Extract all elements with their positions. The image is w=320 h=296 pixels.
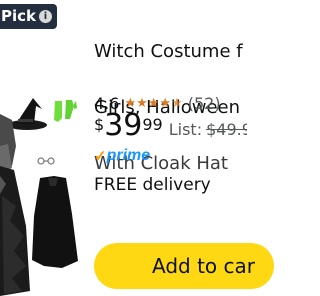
witch-dress-icon <box>0 114 30 296</box>
product-image[interactable] <box>0 46 88 296</box>
prime-label: prime <box>106 147 151 164</box>
green-gloves-icon <box>54 100 77 122</box>
product-card[interactable]: Pick i Witch Costume f Girls, Halloween … <box>0 0 274 296</box>
witch-hat-icon <box>7 98 47 130</box>
info-icon[interactable]: i <box>39 10 53 23</box>
badge-label: Pick <box>1 7 37 25</box>
prime-check-icon: ✓ <box>94 148 107 165</box>
delivery-info: FREE delivery <box>94 175 211 195</box>
price-whole: 39 <box>104 108 143 143</box>
price-cents: 99 <box>142 115 163 134</box>
price-symbol: $ <box>94 115 105 134</box>
glasses-icon <box>37 157 55 165</box>
list-price: $49.9 <box>206 120 247 139</box>
title-line-1[interactable]: Witch Costume f <box>94 38 247 66</box>
prime-badge: ✓ prime <box>94 147 150 165</box>
pick-badge: Pick i <box>0 4 57 29</box>
cloak-icon <box>32 176 78 268</box>
price: $ 39 99 List: $49.9 <box>94 108 247 144</box>
list-price-label: List: <box>168 120 203 139</box>
add-to-cart-button[interactable]: Add to car <box>94 243 274 289</box>
